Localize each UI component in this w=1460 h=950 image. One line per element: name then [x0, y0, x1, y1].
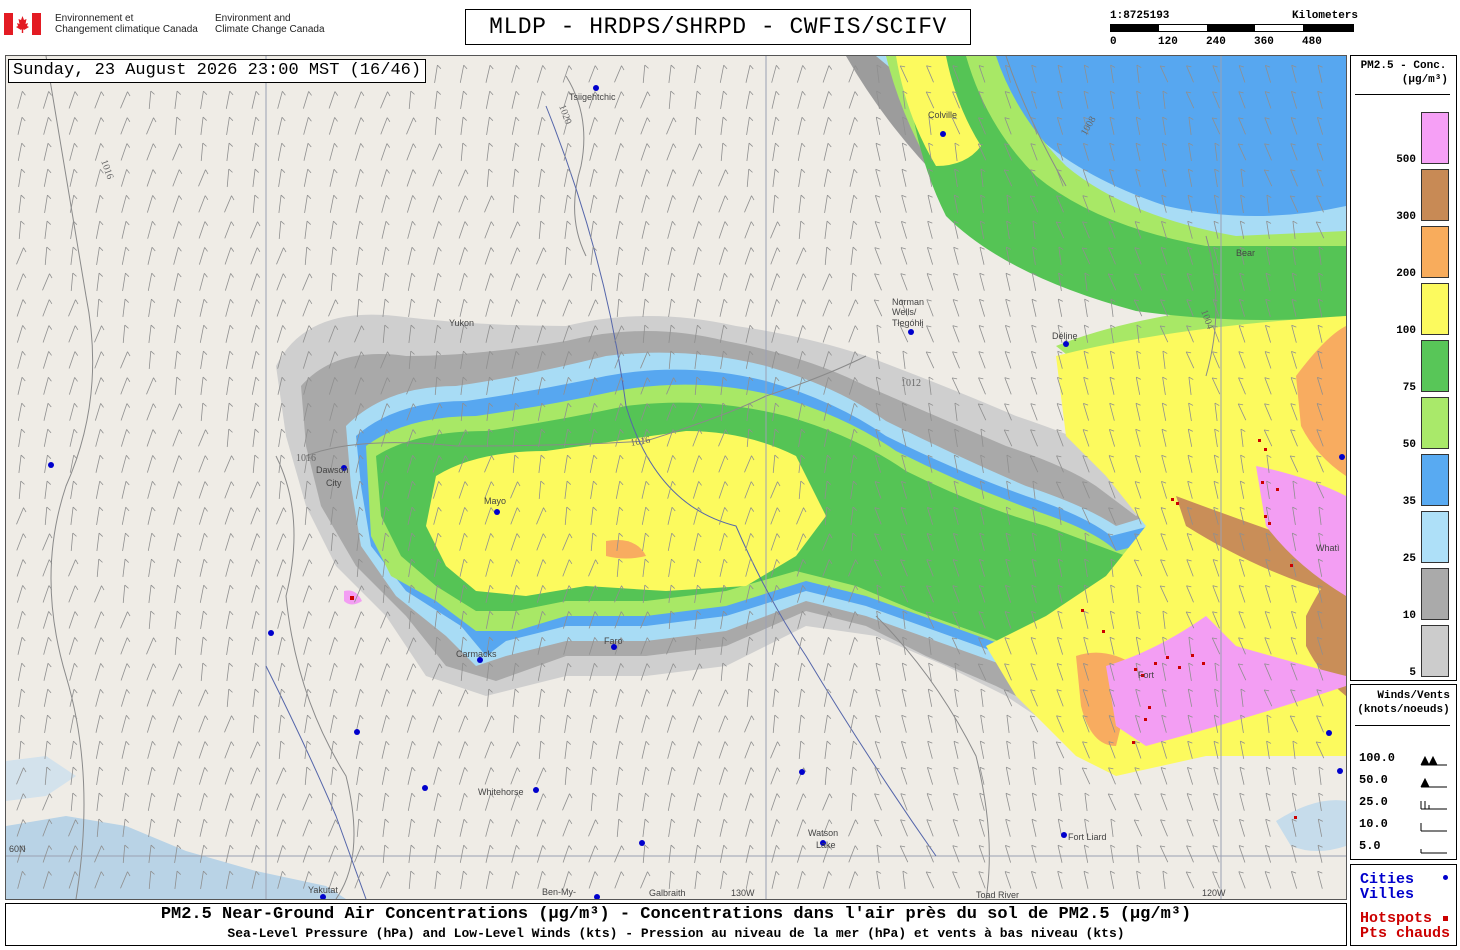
pm25-level-label-100: 100	[1396, 325, 1416, 337]
pm25-swatch-75	[1421, 340, 1449, 392]
agency-name-fr: Environnement et Changement climatique C…	[55, 13, 198, 35]
pm25-swatch-10	[1421, 568, 1449, 620]
svg-text:Fort Liard: Fort Liard	[1068, 832, 1107, 842]
svg-text:Whatì: Whatì	[1316, 543, 1340, 553]
pm25-level-label-5: 5	[1409, 667, 1416, 679]
city-dot-icon	[1443, 875, 1448, 880]
svg-text:Whitehorse: Whitehorse	[478, 787, 524, 797]
barb-50-icon	[1420, 777, 1447, 788]
svg-text:Norman: Norman	[892, 297, 924, 307]
svg-text:City: City	[326, 478, 342, 488]
eccc-logo: Environnement et Changement climatique C…	[4, 10, 344, 44]
svg-text:Wells/: Wells/	[892, 307, 917, 317]
svg-text:Délįnę: Délįnę	[1052, 331, 1078, 341]
svg-text:Dawson: Dawson	[316, 465, 349, 475]
map-caption: PM2.5 Near-Ground Air Concentrations (µg…	[5, 903, 1347, 946]
pm25-level-label-10: 10	[1402, 610, 1416, 622]
wind-speed-5: 5.0	[1359, 839, 1381, 853]
great-slave-lake	[1276, 800, 1346, 851]
svg-text:Tsiigehtchic: Tsiigehtchic	[569, 92, 616, 102]
wind-speed-50: 50.0	[1359, 773, 1388, 787]
agency-name-en: Environment and Climate Change Canada	[215, 13, 325, 35]
svg-text:Toad River: Toad River	[976, 890, 1019, 899]
pm25-swatch-50	[1421, 397, 1449, 449]
scale-tick-0: 0	[1110, 36, 1117, 48]
pm25-level-label-200: 200	[1396, 268, 1416, 280]
smoke-forecast-map[interactable]: 1020 1016 1016 1016 1012 1008 1004 Tsiig…	[5, 55, 1347, 900]
svg-text:60N: 60N	[9, 844, 26, 854]
svg-text:Mayo: Mayo	[484, 496, 506, 506]
coastal-water	[6, 756, 76, 801]
pm25-legend-title: PM2.5 - Conc.	[1360, 60, 1447, 72]
canada-flag-icon	[4, 13, 41, 35]
scale-tick-240: 240	[1206, 36, 1226, 48]
pm25-level-label-25: 25	[1402, 553, 1416, 565]
scale-tick-120: 120	[1158, 36, 1178, 48]
barb-5-icon	[1420, 849, 1447, 854]
svg-text:120W: 120W	[1202, 888, 1226, 898]
pm25-level-label-50: 50	[1402, 439, 1416, 451]
svg-text:Ben-My-: Ben-My-	[542, 887, 576, 897]
scale-ratio: 1:8725193	[1110, 10, 1170, 22]
svg-text:Faro: Faro	[604, 636, 623, 646]
pm25-swatch-500	[1421, 112, 1449, 164]
svg-text:1020: 1020	[556, 103, 573, 126]
pm25-level-label-75: 75	[1402, 382, 1416, 394]
svg-text:130W: 130W	[731, 888, 755, 898]
pm25-swatch-25	[1421, 511, 1449, 563]
pm25-legend-units: (µg/m³)	[1401, 74, 1448, 86]
map-canvas: 1020 1016 1016 1016 1012 1008 1004 Tsiig…	[6, 56, 1346, 899]
barb-25-icon	[1420, 801, 1447, 810]
pm25-swatch-5	[1421, 625, 1449, 677]
svg-text:Fort: Fort	[1138, 670, 1155, 680]
forecast-datetime: Sunday, 23 August 2026 23:00 MST (16/46)	[8, 59, 427, 83]
scale-unit: Kilometers	[1291, 10, 1358, 22]
product-title: MLDP - HRDPS/SHRPD - CWFIS/SCIFV	[465, 9, 971, 45]
caption-line-1: PM2.5 Near-Ground Air Concentrations (µg…	[160, 905, 1192, 924]
scale-bar-graphic	[1110, 24, 1354, 32]
wind-barb-icons	[1420, 755, 1447, 854]
pm25-level-label-35: 35	[1402, 496, 1416, 508]
svg-text:Tłegóhłį: Tłegóhłį	[892, 318, 924, 328]
pm25-legend: PM2.5 - Conc. (µg/m³) 500 300 200 100 75 50 35…	[1350, 55, 1457, 681]
svg-text:Carmacks: Carmacks	[456, 649, 497, 659]
pm25-swatch-100	[1421, 283, 1449, 335]
wind-speed-100: 100.0	[1359, 751, 1396, 765]
pm25-swatch-200	[1421, 226, 1449, 278]
scale-tick-360: 360	[1254, 36, 1274, 48]
wind-speed-25: 25.0	[1359, 795, 1388, 809]
caption-line-2: Sea-Level Pressure (hPa) and Low-Level W…	[227, 926, 1125, 941]
svg-text:Yakutat: Yakutat	[308, 885, 338, 895]
hotspot-square-icon	[1443, 916, 1448, 921]
svg-text:Yukon: Yukon	[449, 318, 474, 328]
cities-hotspots-legend: Cities Villes Hotspots Pts chauds	[1350, 864, 1457, 946]
svg-text:Watson: Watson	[808, 828, 838, 838]
svg-text:Galbraith: Galbraith	[649, 888, 686, 898]
scale-tick-480: 480	[1302, 36, 1322, 48]
barb-100-icon	[1420, 755, 1447, 766]
legend-pts-chauds-label: Pts chauds	[1360, 925, 1451, 942]
svg-text:Lake: Lake	[816, 840, 836, 850]
wind-legend-units: (knots/noeuds)	[1357, 704, 1450, 716]
isobar-1020	[565, 75, 587, 257]
svg-text:Bear: Bear	[1236, 248, 1255, 258]
wind-legend-title: Winds/Vents	[1377, 690, 1450, 702]
scale-bar: 1:8725193 Kilometers 0 120 240 360 480	[1108, 9, 1358, 51]
pm25-level-label-300: 300	[1396, 211, 1416, 223]
pm25-level-label-500: 500	[1396, 154, 1416, 166]
wind-legend: Winds/Vents (knots/noeuds) 100.0 50.0 25…	[1350, 684, 1457, 860]
pm25-swatch-35	[1421, 454, 1449, 506]
barb-10-icon	[1420, 823, 1447, 832]
pm25-swatch-300	[1421, 169, 1449, 221]
svg-text:Colville: Colville	[928, 110, 957, 120]
wind-speed-10: 10.0	[1359, 817, 1388, 831]
legend-villes-label: Villes	[1360, 886, 1415, 903]
